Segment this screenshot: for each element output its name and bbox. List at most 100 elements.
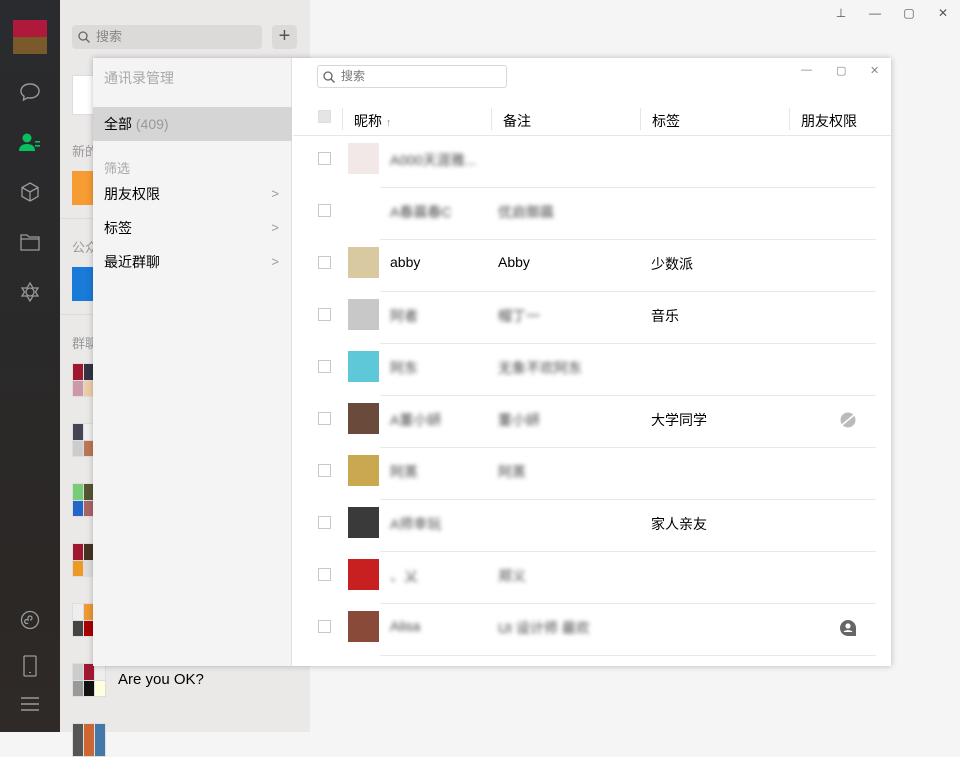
mini-program-icon[interactable] <box>18 608 42 632</box>
contact-remark: UI 设计师 最欢 <box>498 620 590 636</box>
search-input[interactable]: 搜索 <box>72 25 262 49</box>
table-row[interactable]: A春晨春C 优启御晨 <box>293 188 891 240</box>
contact-avatar <box>348 559 379 590</box>
folder-icon[interactable] <box>18 230 42 254</box>
contact-nickname: abby <box>390 254 421 270</box>
row-checkbox[interactable] <box>318 256 331 269</box>
column-permission[interactable]: 朋友权限 <box>801 111 857 131</box>
contact-remark: 郑义 <box>498 568 526 584</box>
contact-nickname: A春晨春C <box>390 204 452 220</box>
favorites-icon[interactable] <box>18 180 42 204</box>
dialog-close-button[interactable]: ✕ <box>870 64 879 77</box>
contact-nickname: 、乂 <box>390 568 418 584</box>
filter-heading: 筛选 <box>104 161 131 176</box>
row-checkbox[interactable] <box>318 152 331 165</box>
select-all-checkbox[interactable] <box>318 110 331 123</box>
contact-tag: 音乐 <box>651 308 679 324</box>
column-divider <box>789 108 790 130</box>
filter-all[interactable]: 全部 (409) <box>93 107 292 141</box>
contact-nickname: 阿者 <box>390 308 418 324</box>
dialog-maximize-button[interactable]: ▢ <box>836 64 846 77</box>
contacts-table: A000天涯雅... A春晨春C 优启御晨 abby Abby 少数派 阿者 帽… <box>293 136 891 656</box>
column-nickname[interactable]: 昵称 ↑ <box>354 111 391 131</box>
menu-icon[interactable] <box>18 692 42 716</box>
filter-label: 标签 <box>104 220 132 236</box>
contacts-icon[interactable] <box>18 130 42 154</box>
row-checkbox[interactable] <box>318 568 331 581</box>
row-checkbox[interactable] <box>318 204 331 217</box>
contact-nickname: A师幸玩 <box>390 516 442 532</box>
chat-icon[interactable] <box>18 80 42 104</box>
filter-label: 朋友权限 <box>104 186 160 202</box>
contact-avatar <box>348 247 379 278</box>
column-divider <box>640 108 641 130</box>
column-tag[interactable]: 标签 <box>652 111 680 131</box>
contact-avatar <box>348 507 379 538</box>
contact-nickname: Alisa <box>390 618 421 634</box>
column-divider <box>491 108 492 130</box>
chat-only-icon <box>840 620 856 636</box>
table-row[interactable]: 、乂 郑义 <box>293 552 891 604</box>
column-remark[interactable]: 备注 <box>503 111 531 131</box>
sort-asc-icon: ↑ <box>385 117 392 129</box>
column-divider <box>342 108 343 130</box>
contacts-manager-dialog: 通讯录管理 全部 (409) 筛选 朋友权限 > 标签 > 最近群聊 > 搜索 — ▢… <box>93 58 891 666</box>
close-button[interactable]: ✕ <box>926 0 960 26</box>
contact-nickname: A董小妍 <box>390 412 442 428</box>
user-avatar[interactable] <box>13 20 47 54</box>
contact-remark: 阿蒸 <box>498 464 526 480</box>
row-checkbox[interactable] <box>318 360 331 373</box>
search-placeholder: 搜索 <box>341 69 366 83</box>
contact-avatar <box>348 143 379 174</box>
filter-tags[interactable]: 标签 > <box>104 216 282 240</box>
pin-button[interactable]: ⊥ <box>824 0 858 26</box>
table-header: 昵称 ↑ 备注 标签 朋友权限 <box>293 105 891 136</box>
group-avatar[interactable] <box>72 663 106 697</box>
search-icon <box>323 71 335 83</box>
group-avatar[interactable] <box>72 723 106 757</box>
contact-avatar <box>348 403 379 434</box>
minimize-button[interactable]: — <box>858 0 892 26</box>
all-label: 全部 <box>104 116 132 132</box>
chevron-right-icon: > <box>271 254 279 269</box>
group-chat-name[interactable]: Are you OK? <box>118 671 204 688</box>
contact-nickname: A000天涯雅... <box>390 152 477 168</box>
row-divider <box>380 655 876 656</box>
moments-icon[interactable] <box>18 280 42 304</box>
table-row[interactable]: 阿者 帽丁一 音乐 <box>293 292 891 344</box>
table-row[interactable]: 阿东 无象不欢阿东 <box>293 344 891 396</box>
contact-remark: Abby <box>498 254 530 270</box>
dialog-title: 通讯录管理 <box>104 70 174 86</box>
row-checkbox[interactable] <box>318 464 331 477</box>
contact-avatar <box>348 611 379 642</box>
row-checkbox[interactable] <box>318 620 331 633</box>
chevron-right-icon: > <box>271 186 279 201</box>
contact-avatar <box>348 299 379 330</box>
table-row[interactable]: A000天涯雅... <box>293 136 891 188</box>
filter-permission[interactable]: 朋友权限 > <box>104 182 282 206</box>
table-row[interactable]: Alisa UI 设计师 最欢 <box>293 604 891 656</box>
chevron-right-icon: > <box>271 220 279 235</box>
nav-sidebar <box>0 0 60 732</box>
search-placeholder: 搜索 <box>96 29 123 44</box>
filter-recent-groups[interactable]: 最近群聊 > <box>104 250 282 274</box>
contact-tag: 家人亲友 <box>651 516 707 532</box>
filter-label: 最近群聊 <box>104 254 160 270</box>
table-row[interactable]: A师幸玩 家人亲友 <box>293 500 891 552</box>
phone-icon[interactable] <box>18 654 42 678</box>
contact-avatar <box>348 455 379 486</box>
table-row[interactable]: A董小妍 董小妍 大学同学 <box>293 396 891 448</box>
add-button[interactable]: + <box>272 25 297 49</box>
row-checkbox[interactable] <box>318 516 331 529</box>
dialog-search-input[interactable]: 搜索 <box>317 65 507 88</box>
table-row[interactable]: abby Abby 少数派 <box>293 240 891 292</box>
maximize-button[interactable]: ▢ <box>892 0 926 26</box>
contact-remark: 优启御晨 <box>498 204 554 220</box>
row-checkbox[interactable] <box>318 308 331 321</box>
contact-avatar <box>348 351 379 382</box>
contact-nickname: 阿东 <box>390 360 418 376</box>
row-checkbox[interactable] <box>318 412 331 425</box>
table-row[interactable]: 阿蒸 阿蒸 <box>293 448 891 500</box>
filter-panel: 通讯录管理 全部 (409) 筛选 朋友权限 > 标签 > 最近群聊 > <box>93 58 292 666</box>
dialog-minimize-button[interactable]: — <box>801 64 812 76</box>
